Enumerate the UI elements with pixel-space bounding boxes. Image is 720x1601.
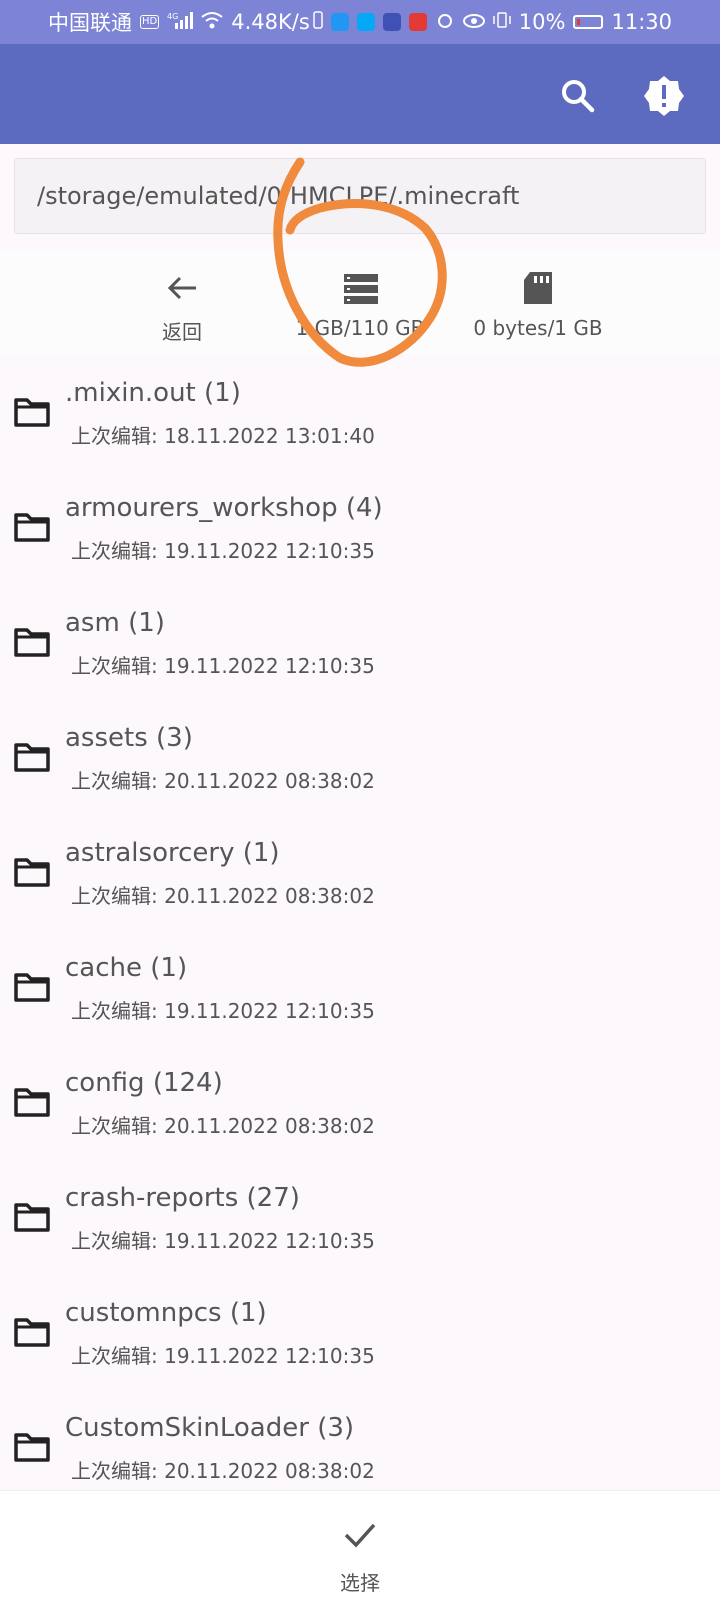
eye-icon [462,10,485,34]
wifi-icon [201,10,223,34]
file-modified: 上次编辑: 19.11.2022 12:10:35 [71,654,375,678]
file-modified: 上次编辑: 19.11.2022 12:10:35 [71,1229,375,1253]
file-name: astralsorcery (1) [65,838,280,868]
list-item[interactable]: asm (1) 上次编辑: 19.11.2022 12:10:35 [0,586,720,701]
alert-badge-icon[interactable] [642,74,686,118]
hd-icon: HD [140,15,160,29]
check-icon [344,1523,376,1548]
folder-icon [14,1088,50,1117]
svg-text:4G: 4G [167,12,178,21]
file-list: .mixin.out (1) 上次编辑: 18.11.2022 13:01:40 a… [0,356,720,1486]
file-name: crash-reports (27) [65,1183,300,1213]
vibrate-icon [493,10,511,34]
list-item[interactable]: assets (3) 上次编辑: 20.11.2022 08:38:02 [0,701,720,816]
list-item[interactable]: armourers_workshop (4) 上次编辑: 19.11.2022 1… [0,471,720,586]
path-field[interactable]: /storage/emulated/0/HMCLPE/.minecraft [14,158,706,234]
file-modified: 上次编辑: 20.11.2022 08:38:02 [71,1459,375,1483]
select-button[interactable]: 选择 [300,1491,420,1601]
folder-icon [14,1203,50,1232]
select-label: 选择 [340,1571,380,1595]
folder-icon [14,858,50,887]
carrier-label: 中国联通 [48,11,132,35]
file-modified: 上次编辑: 20.11.2022 08:38:02 [71,1114,375,1138]
folder-icon [14,513,50,542]
alarm-icon [435,10,455,34]
file-modified: 上次编辑: 19.11.2022 12:10:35 [71,539,375,563]
file-modified: 上次编辑: 19.11.2022 12:10:35 [71,1344,375,1368]
phone-icon [313,10,323,34]
network-speed: 4.48K/s [231,10,310,34]
file-name: asm (1) [65,608,165,638]
folder-icon [14,1318,50,1347]
list-item[interactable]: CustomSkinLoader (3) 上次编辑: 20.11.2022 08:… [0,1391,720,1486]
sd-card-label: 0 bytes/1 GB [473,316,603,340]
file-name: armourers_workshop (4) [65,493,383,523]
list-item[interactable]: astralsorcery (1) 上次编辑: 20.11.2022 08:38:… [0,816,720,931]
list-item[interactable]: crash-reports (27) 上次编辑: 19.11.2022 12:10… [0,1161,720,1276]
bottom-bar: 选择 [0,1490,720,1601]
play-app-icon [382,13,401,31]
status-bar: 中国联通 HD 4G 4.48K/s 10% 11:30 [0,0,720,44]
file-modified: 上次编辑: 20.11.2022 08:38:02 [71,884,375,908]
list-item[interactable]: customnpcs (1) 上次编辑: 19.11.2022 12:10:35 [0,1276,720,1391]
search-icon[interactable] [556,74,600,118]
file-modified: 上次编辑: 20.11.2022 08:38:02 [71,769,375,793]
list-item[interactable]: config (124) 上次编辑: 20.11.2022 08:38:02 [0,1046,720,1161]
sd-card-button[interactable]: 0 bytes/1 GB [460,268,616,340]
file-modified: 上次编辑: 19.11.2022 12:10:35 [71,999,375,1023]
battery-icon [573,15,604,29]
folder-icon [14,398,50,427]
folder-icon [14,973,50,1002]
back-button[interactable]: 返回 [140,268,224,345]
file-name: config (124) [65,1068,223,1098]
sd-card-icon [524,272,552,304]
storage-actions: 返回 1 GB/110 GB 0 bytes/1 GB [0,250,720,354]
folder-icon [14,1433,50,1462]
file-name: .mixin.out (1) [65,378,241,408]
file-modified: 上次编辑: 18.11.2022 13:01:40 [71,424,375,448]
arrow-left-icon [167,276,196,300]
battery-percent: 10% [518,10,566,34]
list-item[interactable]: .mixin.out (1) 上次编辑: 18.11.2022 13:01:40 [0,356,720,471]
file-name: CustomSkinLoader (3) [65,1413,355,1443]
file-name: customnpcs (1) [65,1298,267,1328]
bulb-app-icon [330,13,349,31]
file-name: cache (1) [65,953,188,983]
file-name: assets (3) [65,723,193,753]
back-label: 返回 [162,320,202,344]
internal-storage-button[interactable]: 1 GB/110 GB [280,268,440,340]
signal-icon: 4G [167,10,194,34]
folder-icon [14,743,50,772]
storage-icon [344,274,378,304]
clock: 11:30 [611,10,672,34]
folder-icon [14,628,50,657]
internal-storage-label: 1 GB/110 GB [295,316,425,340]
search-app-icon [356,13,375,31]
book-app-icon [408,13,427,31]
app-bar [0,44,720,144]
list-item[interactable]: cache (1) 上次编辑: 19.11.2022 12:10:35 [0,931,720,1046]
